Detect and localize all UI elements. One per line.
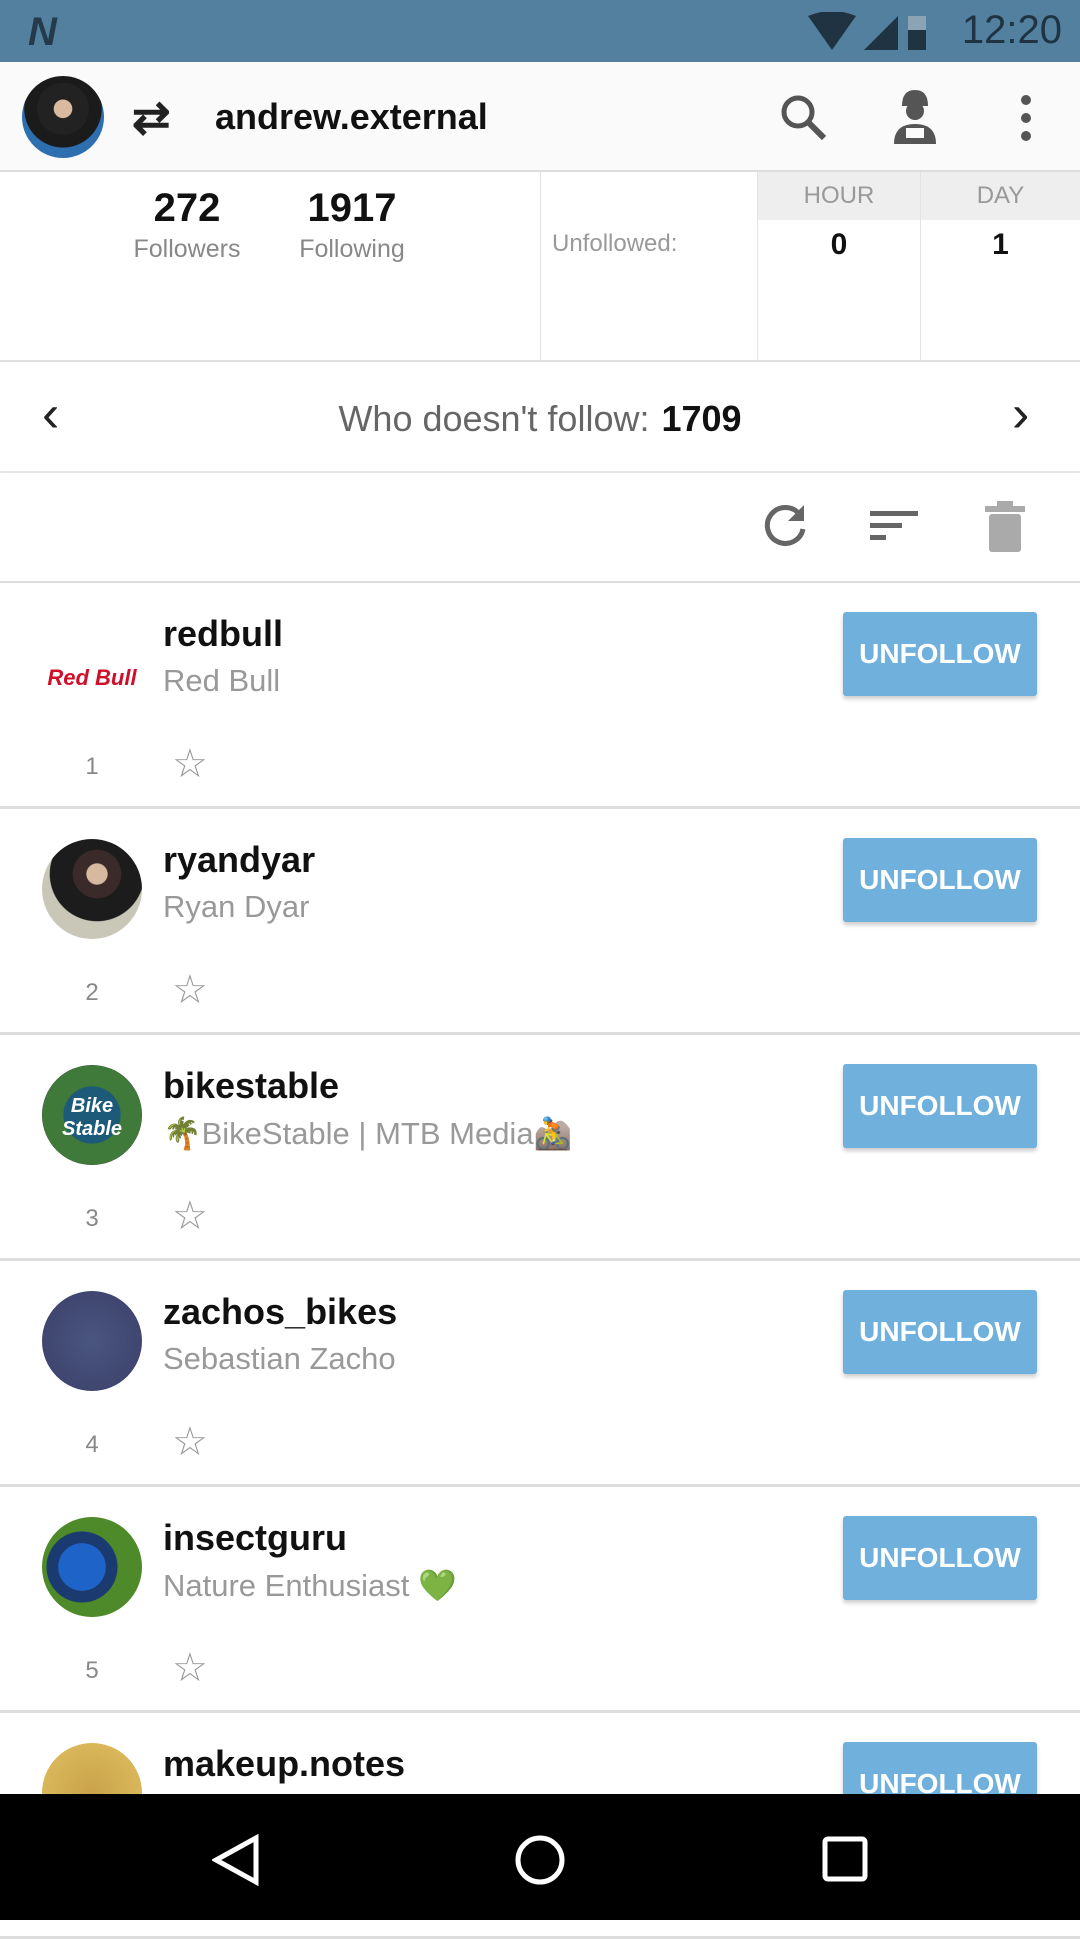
delete-icon[interactable] — [985, 501, 1025, 553]
list-label: Who doesn't follow: — [338, 398, 650, 439]
full-name: Ryan Dyar — [163, 889, 310, 924]
stats-panel: 272 Followers 1917 Following Unfollowed:… — [0, 172, 1080, 362]
avatar-logo-text: Bike Stable — [61, 1095, 123, 1140]
search-icon[interactable] — [778, 92, 830, 144]
username[interactable]: ryandyar — [163, 839, 315, 881]
full-name: 🌴BikeStable | MTB Media🚵 — [163, 1116, 573, 1151]
user-avatar[interactable]: Bike Stable — [42, 1065, 142, 1165]
user-avatar[interactable] — [42, 1517, 142, 1617]
home-icon[interactable] — [514, 1834, 566, 1886]
refresh-icon[interactable] — [760, 501, 810, 551]
chevron-right-icon[interactable]: › — [1012, 384, 1029, 444]
star-icon[interactable]: ☆ — [172, 1419, 208, 1465]
account-username: andrew.external — [215, 96, 488, 137]
system-navigation-bar — [0, 1794, 1080, 1920]
row-index: 2 — [85, 979, 99, 1006]
day-value: 1 — [992, 228, 1009, 261]
more-vert-icon[interactable] — [1016, 94, 1036, 142]
row-index: 1 — [85, 753, 99, 780]
hour-header: HOUR — [758, 172, 920, 220]
unfollow-button[interactable]: UNFOLLOW — [843, 612, 1037, 696]
worker-icon[interactable] — [890, 86, 940, 146]
list-count: 1709 — [661, 398, 742, 439]
followers-count: 272 — [153, 186, 221, 230]
user-avatar[interactable] — [42, 839, 142, 939]
user-row[interactable]: Red Bull redbull Red Bull UNFOLLOW 1 ☆ — [0, 583, 1080, 809]
following-count: 1917 — [307, 186, 397, 230]
user-avatar[interactable]: Red Bull — [42, 613, 142, 713]
notification-n-icon: N — [28, 10, 57, 54]
clock: 12:20 — [961, 8, 1062, 52]
full-name: Nature Enthusiast 💚 — [163, 1568, 457, 1603]
avatar-logo-text: Red Bull — [47, 665, 137, 690]
recents-icon[interactable] — [822, 1836, 868, 1882]
username[interactable]: makeup.notes — [163, 1743, 405, 1785]
user-row[interactable]: Bike Stable bikestable 🌴BikeStable | MTB… — [0, 1035, 1080, 1261]
back-icon[interactable] — [212, 1834, 260, 1886]
user-row[interactable]: zachos_bikes Sebastian Zacho UNFOLLOW 4 … — [0, 1261, 1080, 1487]
unfollow-button[interactable]: UNFOLLOW — [843, 1516, 1037, 1600]
full-name: Sebastian Zacho — [163, 1341, 396, 1376]
star-icon[interactable]: ☆ — [172, 967, 208, 1013]
day-header: DAY — [921, 172, 1080, 220]
username[interactable]: bikestable — [163, 1065, 339, 1107]
username[interactable]: insectguru — [163, 1517, 347, 1559]
user-row[interactable]: insectguru Nature Enthusiast 💚 UNFOLLOW … — [0, 1487, 1080, 1713]
unfollow-button[interactable]: UNFOLLOW — [843, 1064, 1037, 1148]
app-bar: ⇄ andrew.external — [0, 62, 1080, 172]
unfollow-button[interactable]: UNFOLLOW — [843, 838, 1037, 922]
star-icon[interactable]: ☆ — [172, 1193, 208, 1239]
list-title: Who doesn't follow: 1709 — [0, 398, 1080, 440]
sort-icon[interactable] — [870, 501, 920, 551]
following-stat[interactable]: 1917 Following — [272, 186, 432, 264]
star-icon[interactable]: ☆ — [172, 741, 208, 787]
signal-icons — [808, 12, 926, 50]
username[interactable]: redbull — [163, 613, 283, 655]
user-row[interactable]: ryandyar Ryan Dyar UNFOLLOW 2 ☆ — [0, 809, 1080, 1035]
divider — [540, 172, 541, 362]
followers-label: Followers — [133, 235, 241, 263]
account-avatar[interactable] — [22, 76, 104, 158]
row-index: 4 — [85, 1431, 99, 1458]
list-toolbar — [0, 473, 1080, 583]
hour-value: 0 — [830, 228, 848, 261]
user-avatar[interactable] — [42, 1291, 142, 1391]
unfollowed-label: Unfollowed: — [552, 230, 678, 257]
following-label: Following — [299, 235, 405, 263]
swap-account-icon[interactable]: ⇄ — [132, 90, 171, 144]
followers-stat[interactable]: 272 Followers — [107, 186, 267, 264]
star-icon[interactable]: ☆ — [172, 1645, 208, 1691]
username[interactable]: zachos_bikes — [163, 1291, 397, 1333]
list-navigator: ‹ Who doesn't follow: 1709 › — [0, 362, 1080, 473]
full-name: Red Bull — [163, 663, 281, 698]
unfollow-button[interactable]: UNFOLLOW — [843, 1290, 1037, 1374]
row-index: 5 — [85, 1657, 99, 1684]
row-index: 3 — [85, 1205, 99, 1232]
status-bar: N 12:20 — [0, 0, 1080, 62]
